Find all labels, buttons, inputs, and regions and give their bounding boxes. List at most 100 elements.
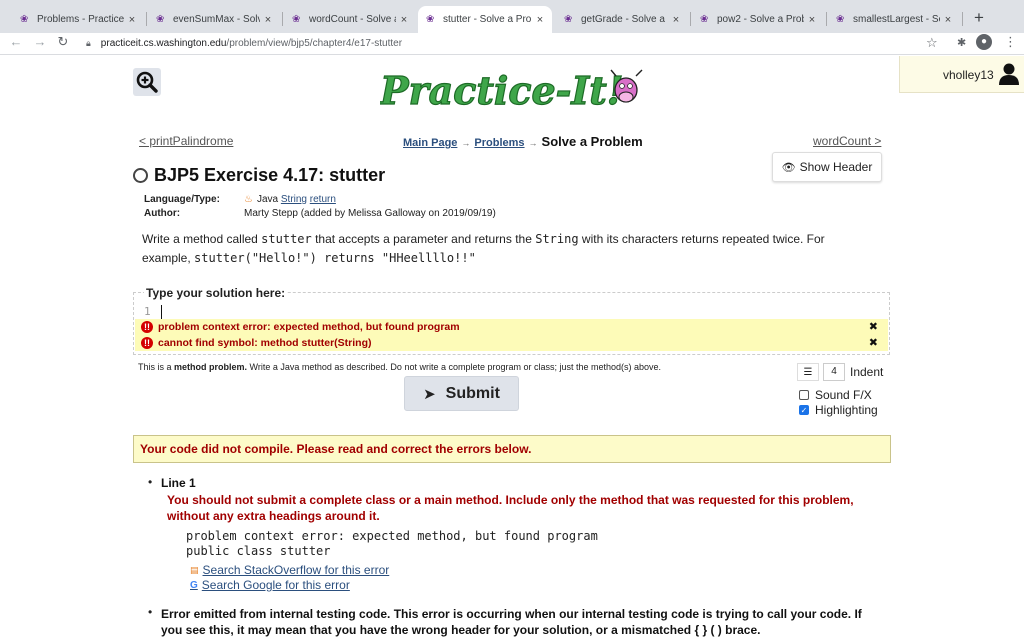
author-key: Author:: [144, 208, 181, 219]
practiceit-favicon-icon: ❀: [20, 13, 29, 25]
dismiss-error-icon[interactable]: ✖: [869, 336, 878, 349]
browser-tab[interactable]: ❀ wordCount - Solve a P ×: [284, 6, 416, 33]
practiceit-favicon-icon: ❀: [426, 13, 435, 25]
tab-label: smallestLargest - Solv: [853, 14, 940, 25]
tab-label: getGrade - Solve a Pro: [581, 14, 668, 25]
sound-fx-checkbox[interactable]: [799, 390, 809, 400]
breadcrumb-problems[interactable]: Problems: [474, 137, 524, 149]
practiceit-favicon-icon: ❀: [564, 13, 573, 25]
forward-arrow-icon[interactable]: →: [32, 34, 48, 49]
editor-error-text: problem context error: expected method, …: [158, 321, 460, 333]
browser-toolbar: ← → ↻ 🔒︎ practiceit.cs.washington.edu/pr…: [0, 33, 1024, 55]
user-icon: [999, 63, 1019, 85]
browser-tab-strip: ❀ Problems - Practice-It × ❀ evenSumMax …: [0, 0, 1024, 33]
zoom-in-button[interactable]: [133, 68, 161, 96]
google-icon: G: [190, 579, 198, 591]
language-value: Java: [256, 194, 279, 205]
browser-tab[interactable]: ❀ Problems - Practice-It ×: [12, 6, 144, 33]
practiceit-logo[interactable]: Practice-It!: [378, 66, 650, 114]
error-code-line: public class stutter: [186, 544, 331, 558]
user-account-box[interactable]: vholley13: [899, 56, 1024, 93]
logo-text: Practice-It!: [380, 68, 623, 113]
tab-label: Problems - Practice-It: [37, 14, 124, 25]
problem-metadata: Language/Type: ♨︎ Java String return Aut…: [144, 194, 496, 222]
editor-error-text: cannot find symbol: method stutter(Strin…: [158, 337, 372, 349]
breadcrumb: Main Page → Problems → Solve a Problem: [403, 134, 643, 149]
back-arrow-icon[interactable]: ←: [8, 34, 24, 49]
sound-fx-option[interactable]: Sound F/X: [799, 388, 872, 402]
editor-error-line: !! problem context error: expected metho…: [135, 319, 888, 335]
search-google-link[interactable]: G Search Google for this error: [190, 578, 350, 592]
practiceit-favicon-icon: ❀: [156, 13, 165, 25]
browser-tab-active[interactable]: ❀ stutter - Solve a Probl ×: [418, 6, 552, 33]
lock-icon: 🔒︎: [86, 37, 91, 48]
profile-avatar-icon[interactable]: ●: [976, 34, 992, 50]
compile-error-banner: Your code did not compile. Please read a…: [133, 435, 891, 463]
indent-control: ☰ 4 Indent: [797, 362, 883, 382]
browser-tab[interactable]: ❀ evenSumMax - Solve a ×: [148, 6, 280, 33]
tab-label: pow2 - Solve a Proble: [717, 14, 804, 25]
error-icon: !!: [141, 337, 153, 349]
close-tab-icon[interactable]: ×: [940, 14, 956, 26]
code-editor[interactable]: [161, 305, 162, 319]
indent-icon[interactable]: ☰: [797, 363, 819, 381]
type-link-return[interactable]: return: [310, 194, 336, 208]
close-tab-icon[interactable]: ×: [532, 14, 548, 26]
new-tab-button[interactable]: +: [969, 8, 989, 28]
extensions-puzzle-icon[interactable]: ✱: [957, 36, 966, 49]
browser-tab[interactable]: ❀ pow2 - Solve a Proble ×: [692, 6, 824, 33]
submit-button[interactable]: ➤ Submit: [404, 376, 519, 411]
zoom-in-icon: [136, 71, 158, 93]
breadcrumb-main-page[interactable]: Main Page: [403, 137, 457, 149]
tab-label: evenSumMax - Solve a: [173, 14, 260, 25]
author-value: Marty Stepp (added by Melissa Galloway o…: [244, 208, 496, 219]
close-tab-icon[interactable]: ×: [124, 14, 140, 26]
error-message: You should not submit a complete class o…: [167, 493, 854, 523]
error-icon: !!: [141, 321, 153, 333]
error-line-number: Line 1: [161, 476, 196, 490]
next-problem-link[interactable]: wordCount >: [813, 134, 881, 148]
error-code-line: problem context error: expected method, …: [186, 529, 598, 543]
username: vholley13: [943, 68, 994, 82]
paper-plane-icon: ➤: [423, 385, 436, 403]
breadcrumb-arrow-icon: →: [528, 138, 538, 148]
solution-label: Type your solution here:: [144, 286, 288, 300]
url-host: practiceit.cs.washington.edu: [100, 37, 227, 49]
tab-label: stutter - Solve a Probl: [443, 14, 532, 25]
tab-label: wordCount - Solve a P: [309, 14, 396, 25]
type-link-string[interactable]: String: [281, 194, 307, 208]
show-header-label: Show Header: [799, 160, 873, 174]
error-message: Error emitted from internal testing code…: [161, 607, 862, 637]
sound-fx-label: Sound F/X: [815, 388, 872, 402]
highlighting-checkbox[interactable]: ✓: [799, 405, 809, 415]
indent-input[interactable]: 4: [823, 363, 845, 381]
show-header-button[interactable]: 👁︎ Show Header: [772, 152, 882, 182]
submit-label: Submit: [445, 384, 500, 402]
problem-description: Write a method called stutter that accep…: [142, 232, 825, 265]
close-tab-icon[interactable]: ×: [396, 14, 412, 26]
dismiss-error-icon[interactable]: ✖: [869, 320, 878, 333]
editor-error-line: !! cannot find symbol: method stutter(St…: [135, 335, 888, 351]
close-tab-icon[interactable]: ×: [804, 14, 820, 26]
reload-icon[interactable]: ↻: [55, 34, 71, 50]
indent-label: Indent: [850, 365, 884, 379]
browser-tab[interactable]: ❀ getGrade - Solve a Pro ×: [556, 6, 688, 33]
close-tab-icon[interactable]: ×: [260, 14, 276, 26]
breadcrumb-current: Solve a Problem: [541, 134, 643, 149]
previous-problem-link[interactable]: < printPalindrome: [139, 134, 233, 148]
address-bar[interactable]: 🔒︎ practiceit.cs.washington.edu/problem/…: [82, 33, 944, 53]
breadcrumb-arrow-icon: →: [461, 138, 471, 148]
practiceit-favicon-icon: ❀: [836, 13, 845, 25]
browser-menu-icon[interactable]: ⋮: [1004, 34, 1017, 50]
highlighting-label: Highlighting: [815, 403, 878, 417]
practiceit-favicon-icon: ❀: [700, 13, 709, 25]
highlighting-option[interactable]: ✓ Highlighting: [799, 403, 878, 417]
bookmark-star-icon[interactable]: ☆: [926, 35, 938, 51]
browser-tab[interactable]: ❀ smallestLargest - Solv ×: [828, 6, 960, 33]
java-icon: ♨︎: [244, 194, 253, 205]
search-stackoverflow-link[interactable]: ▤ Search StackOverflow for this error: [190, 563, 389, 577]
language-type-key: Language/Type:: [144, 194, 220, 205]
practiceit-favicon-icon: ❀: [292, 13, 301, 25]
list-bullet: •: [148, 475, 153, 489]
close-tab-icon[interactable]: ×: [668, 14, 684, 26]
